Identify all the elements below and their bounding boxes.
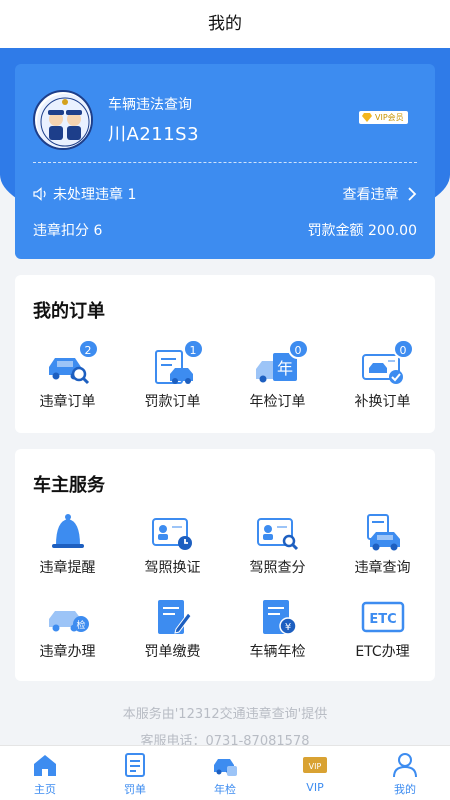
order-annual-check[interactable]: 年 0 年检订单: [225, 339, 330, 411]
service-label: 车辆年检: [249, 644, 306, 660]
service-violation-handle[interactable]: 检 违章办理: [15, 597, 120, 661]
fine-amount: 罚款金额 200.00: [307, 223, 417, 239]
view-violations-link[interactable]: 查看违章: [343, 184, 417, 204]
tab-mine[interactable]: 我的: [360, 752, 450, 797]
vip-badge[interactable]: VIP会员: [359, 111, 408, 124]
orders-panel: 我的订单 2 违章订单 1 罚款订单 年 0 年检订单 0 补换订单: [15, 275, 435, 433]
order-replace[interactable]: 0 补换订单: [330, 339, 435, 411]
car-search-icon: 2: [43, 339, 99, 387]
bottom-tab-bar: 主页 罚单 年检 VIP VIP 我的: [0, 745, 450, 800]
tab-tickets[interactable]: 罚单: [90, 752, 180, 797]
order-label: 补换订单: [354, 394, 411, 410]
order-fine[interactable]: 1 罚款订单: [120, 339, 225, 411]
orders-title: 我的订单: [33, 301, 105, 322]
car-query-icon: [358, 513, 408, 553]
license-score-icon: [253, 513, 303, 553]
service-label: 违章提醒: [39, 560, 96, 576]
service-label: 违章查询: [354, 560, 411, 576]
tab-label: VIP: [306, 781, 324, 794]
diamond-icon: [362, 113, 372, 122]
service-label: 驾照查分: [249, 560, 306, 576]
tab-label: 年检: [214, 783, 236, 796]
bell-icon: [43, 513, 93, 553]
service-etc[interactable]: ETC ETC办理: [330, 597, 435, 661]
service-label: 违章办理: [39, 644, 96, 660]
plate-number: 川A211S3: [108, 124, 200, 145]
unhandled-label: 未处理违章 1: [53, 187, 137, 203]
tab-annual-check[interactable]: 年检: [180, 752, 270, 797]
tab-label: 主页: [34, 783, 56, 796]
tab-vip[interactable]: VIP VIP: [270, 752, 360, 794]
order-count-badge: 0: [287, 339, 309, 359]
svg-text:检: 检: [76, 619, 85, 631]
svg-text:年: 年: [276, 359, 292, 378]
divider: [33, 162, 417, 163]
service-label: ETC办理: [355, 644, 410, 660]
view-violations-label: 查看违章: [342, 187, 399, 203]
order-count-badge: 1: [182, 339, 204, 359]
order-label: 年检订单: [249, 394, 306, 410]
service-license-renew[interactable]: 驾照换证: [120, 513, 225, 577]
etc-icon-text: ETC: [369, 612, 396, 627]
chevron-right-icon: [408, 187, 417, 201]
service-label: 罚单缴费: [144, 644, 201, 660]
etc-icon: ETC: [358, 597, 408, 637]
card-replace-icon: 0: [358, 339, 414, 387]
tab-label: 罚单: [124, 783, 146, 796]
services-panel: 车主服务 违章提醒 驾照换证 驾照查分 违章查询 检 违章办理 罚单缴费 ¥ 车…: [15, 449, 435, 681]
user-icon: [393, 753, 417, 778]
order-label: 罚款订单: [144, 394, 201, 410]
license-renew-icon: [148, 513, 198, 553]
ticket-pay-icon: [148, 597, 198, 637]
page-title: 我的: [0, 0, 450, 48]
ticket-icon: [125, 753, 145, 777]
speaker-icon: [33, 187, 46, 201]
service-vehicle-inspection[interactable]: ¥ 车辆年检: [225, 597, 330, 661]
deduction-points: 违章扣分 6: [33, 223, 103, 239]
order-count-badge: 0: [392, 339, 414, 359]
order-count-badge: 2: [77, 339, 99, 359]
svg-text:¥: ¥: [284, 622, 290, 633]
services-title: 车主服务: [33, 475, 105, 496]
app-name: 车辆违法查询: [108, 97, 192, 113]
police-avatar: [33, 90, 93, 150]
service-violation-reminder[interactable]: 违章提醒: [15, 513, 120, 577]
vehicle-inspection-icon: ¥: [253, 597, 303, 637]
order-violation[interactable]: 2 违章订单: [15, 339, 120, 411]
home-icon: [34, 755, 56, 776]
fine-car-icon: 1: [148, 339, 204, 387]
order-label: 违章订单: [39, 394, 96, 410]
car-handle-icon: 检: [43, 597, 93, 637]
annual-check-icon: 年 0: [253, 339, 309, 387]
service-ticket-pay[interactable]: 罚单缴费: [120, 597, 225, 661]
service-violation-query[interactable]: 违章查询: [330, 513, 435, 577]
service-label: 驾照换证: [144, 560, 201, 576]
tab-home[interactable]: 主页: [0, 752, 90, 797]
service-provider-note: 本服务由'12312交通违章查询'提供: [122, 707, 328, 722]
unhandled-violations: 未处理违章 1: [33, 184, 136, 204]
vehicle-card[interactable]: 车辆违法查询 川A211S3 VIP会员 未处理违章 1 查看违章 违章扣分 6…: [15, 64, 435, 259]
vip-icon: VIP: [303, 757, 327, 773]
vip-icon-text: VIP: [309, 762, 322, 771]
car-check-icon: [214, 759, 237, 776]
vip-badge-label: VIP会员: [375, 113, 404, 122]
service-license-score[interactable]: 驾照查分: [225, 513, 330, 577]
tab-label: 我的: [394, 783, 416, 796]
